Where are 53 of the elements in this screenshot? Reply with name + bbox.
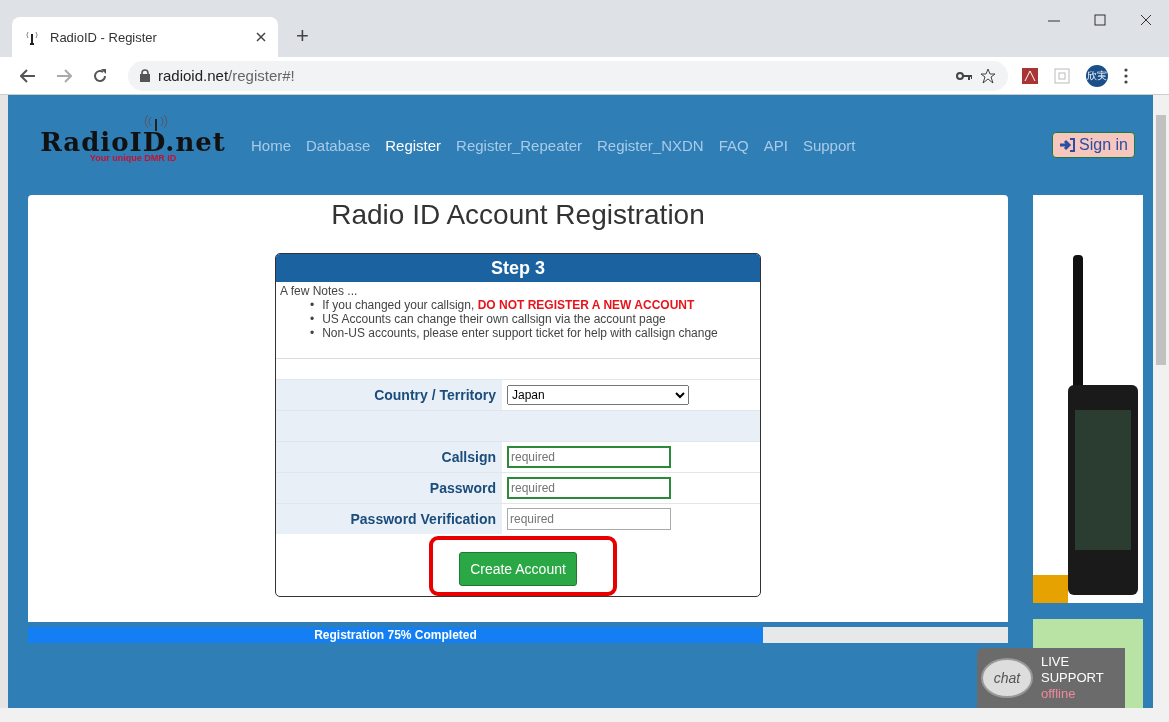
field-label: Password: [276, 473, 502, 503]
sign-in-button[interactable]: Sign in: [1052, 132, 1135, 158]
close-icon[interactable]: [256, 32, 266, 42]
lock-icon: [140, 69, 150, 82]
note-item: Non-US accounts, please enter support ticket for help with callsign change: [322, 326, 718, 340]
support-label: SUPPORT: [1041, 670, 1104, 686]
key-icon[interactable]: [956, 70, 972, 81]
progress-label: Registration 75% Completed: [314, 628, 477, 642]
nav-link[interactable]: Register_NXDN: [597, 136, 704, 154]
nav-link[interactable]: Support: [802, 136, 856, 154]
page-title: Radio ID Account Registration: [331, 199, 705, 231]
live-label: LIVE: [1041, 654, 1071, 670]
sign-in-icon: [1059, 138, 1076, 152]
nav-link[interactable]: Register: [385, 136, 442, 154]
bullet-icon: •: [310, 312, 315, 326]
tab-title: RadioID - Register: [50, 29, 158, 45]
field-label: Country / Territory: [276, 380, 502, 410]
input-field[interactable]: required: [507, 477, 671, 499]
live-support-toast[interactable]: chat LIVE SUPPORT offline: [977, 648, 1125, 708]
nav-link[interactable]: FAQ: [718, 136, 749, 154]
field-label: Callsign: [276, 442, 502, 472]
create-account-button[interactable]: Create Account: [459, 552, 577, 586]
bullet-icon: •: [310, 298, 315, 312]
star-icon[interactable]: [980, 67, 996, 84]
menu-icon[interactable]: [1124, 67, 1128, 84]
radio-ad-picture[interactable]: [1033, 195, 1143, 603]
step-title: Step 3: [276, 254, 760, 282]
new-tab-button[interactable]: +: [292, 23, 313, 49]
logo-tagline: Your unique DMR ID: [89, 153, 177, 163]
url-text: radioid.net/register#!: [158, 67, 295, 84]
nav-link[interactable]: Database: [306, 136, 371, 154]
horizontal-scrollbar[interactable]: [0, 708, 1169, 722]
note-item: US Accounts can change their own callsign via the account page: [322, 312, 666, 326]
nav-link[interactable]: Home: [251, 136, 291, 154]
browser-tab[interactable]: RadioID - Register: [12, 17, 278, 57]
vertical-scrollbar[interactable]: [1153, 95, 1169, 708]
notes-intro: A few Notes ...: [280, 284, 359, 298]
pdf-extension-icon[interactable]: [1022, 67, 1038, 84]
bullet-icon: •: [310, 326, 315, 340]
input-field[interactable]: required: [507, 446, 671, 468]
profile-avatar[interactable]: 欣実: [1086, 64, 1108, 87]
address-bar[interactable]: radioid.net/register#!: [128, 60, 1008, 91]
antenna-icon: [24, 29, 40, 45]
input-field[interactable]: required: [507, 508, 671, 530]
field-label: Password Verification: [276, 504, 502, 534]
nav-link[interactable]: Register_Repeater: [456, 136, 582, 154]
status-label: offline: [1041, 686, 1077, 702]
back-arrow-icon[interactable]: [20, 68, 36, 83]
country-select[interactable]: Japan: [507, 385, 689, 405]
chat-bubble: chat: [981, 658, 1033, 698]
nav-link[interactable]: API: [763, 136, 788, 154]
note-item: If you changed your callsign, DO NOT REGISTER A NEW ACCOUNT: [322, 298, 695, 312]
reload-icon[interactable]: [92, 67, 108, 84]
